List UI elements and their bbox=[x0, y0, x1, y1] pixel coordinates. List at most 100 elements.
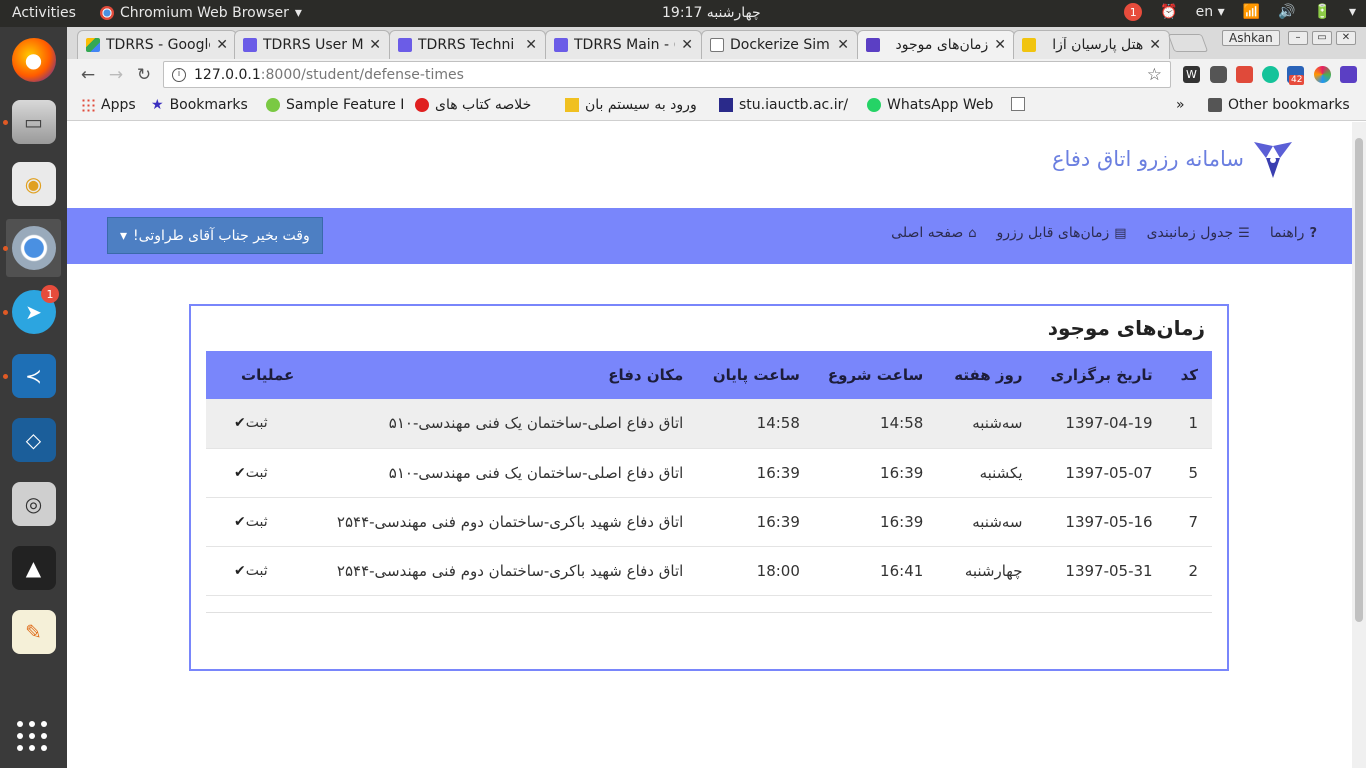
bookmark-stu[interactable]: stu.iauctb.ac.ir/ bbox=[719, 97, 848, 113]
address-bar[interactable]: i 127.0.0.1:8000/student/defense-times ☆ bbox=[163, 61, 1171, 88]
close-icon[interactable]: ✕ bbox=[994, 37, 1006, 53]
page-scrollbar[interactable] bbox=[1352, 122, 1366, 768]
volume-icon[interactable]: 🔊 bbox=[1278, 4, 1295, 20]
bookmark-blank[interactable] bbox=[1011, 97, 1025, 111]
alarm-clock-icon[interactable]: ⏰ bbox=[1160, 4, 1177, 20]
language-indicator[interactable]: en ▾ bbox=[1196, 4, 1225, 20]
battery-icon[interactable]: 🔋 bbox=[1314, 4, 1331, 20]
university-extension-icon[interactable] bbox=[1340, 66, 1357, 83]
wifi-icon[interactable]: 📶 bbox=[1243, 4, 1260, 20]
cell-place: اتاق دفاع اصلی-ساختمان یک فنی مهندسی-۵۱۰ bbox=[322, 448, 698, 498]
bookmark-vorood[interactable]: ورود به سیستم بان bbox=[565, 97, 697, 113]
header-start: ساعت شروع bbox=[813, 351, 938, 399]
check-icon: ✔ bbox=[234, 513, 246, 530]
clock[interactable]: چهارشنبه 19:17 bbox=[662, 5, 761, 21]
tab-0[interactable]: TDRRS - Google ✕ bbox=[77, 30, 237, 59]
dock-rhythmbox[interactable]: ◉ bbox=[6, 155, 61, 213]
register-button[interactable]: ثبت✔ bbox=[206, 497, 323, 547]
google-drive-icon bbox=[86, 38, 100, 52]
caret-down-icon: ▾ bbox=[120, 227, 128, 244]
bookmark-khollase[interactable]: خلاصه کتاب های bbox=[415, 97, 531, 113]
more-bookmarks-button[interactable]: » bbox=[1176, 97, 1185, 113]
profile-name[interactable]: Ashkan bbox=[1222, 30, 1280, 46]
bookmarks-bar: Apps ★ Bookmarks Sample Feature I خلاصه … bbox=[67, 91, 1366, 121]
bookmark-apps[interactable]: Apps bbox=[81, 97, 136, 113]
dock-inkscape[interactable]: ▲ bbox=[6, 539, 61, 597]
notification-badge[interactable]: 1 bbox=[1124, 3, 1143, 21]
header-weekday: روز هفته bbox=[937, 351, 1037, 399]
dock-virtualbox[interactable]: ◇ bbox=[6, 411, 61, 469]
dock-files[interactable]: ▭ bbox=[3, 93, 61, 151]
cell-place: اتاق دفاع اصلی-ساختمان یک فنی مهندسی-۵۱۰ bbox=[322, 399, 698, 449]
maximize-button[interactable]: ▭ bbox=[1312, 31, 1332, 45]
site-brand[interactable]: سامانه رزرو اتاق دفاع bbox=[1052, 138, 1294, 180]
close-window-button[interactable]: ✕ bbox=[1336, 31, 1356, 45]
w-extension-icon[interactable]: W bbox=[1183, 66, 1200, 83]
back-button[interactable]: ← bbox=[77, 64, 99, 86]
tab-title: Dockerize Sim bbox=[730, 37, 830, 53]
reload-button[interactable]: ↻ bbox=[133, 64, 155, 86]
bookmark-whatsapp[interactable]: WhatsApp Web bbox=[867, 97, 993, 113]
color-picker-icon[interactable] bbox=[1314, 66, 1331, 83]
close-icon[interactable]: ✕ bbox=[681, 37, 693, 53]
app-menu[interactable]: Chromium Web Browser ▾ bbox=[100, 5, 302, 21]
nav-schedule[interactable]: ☰ جدول زمانبندی bbox=[1147, 225, 1250, 241]
tab-5-active[interactable]: زمان‌های موجود ✕ bbox=[857, 30, 1015, 59]
pocket-icon[interactable] bbox=[1210, 66, 1227, 83]
register-button[interactable]: ثبت✔ bbox=[206, 399, 323, 449]
bookmark-label: Other bookmarks bbox=[1228, 97, 1350, 113]
power-menu-icon[interactable]: ▾ bbox=[1349, 4, 1356, 20]
vscode-icon: ≺ bbox=[11, 354, 56, 398]
tab-6[interactable]: هتل پارسیان آزا ✕ bbox=[1013, 30, 1170, 59]
dock-vscode[interactable]: ≺ bbox=[3, 347, 61, 405]
dock-telegram[interactable]: ➤ 1 bbox=[3, 283, 61, 341]
browser-window: TDRRS - Google ✕ TDRRS User M ✕ TDRRS Te… bbox=[67, 27, 1366, 768]
close-icon[interactable]: ✕ bbox=[369, 37, 381, 53]
bookmark-star-icon[interactable]: ☆ bbox=[1147, 65, 1162, 85]
bookmark-bookmarks[interactable]: ★ Bookmarks bbox=[151, 97, 248, 113]
tab-3[interactable]: TDRRS Main - ( ✕ bbox=[545, 30, 702, 59]
header-place: مکان دفاع bbox=[322, 351, 698, 399]
extension-badge-icon[interactable]: 42 bbox=[1287, 66, 1305, 85]
close-icon[interactable]: ✕ bbox=[216, 37, 228, 53]
check-icon: ✔ bbox=[234, 464, 246, 481]
nav-help[interactable]: ? راهنما bbox=[1270, 225, 1317, 241]
tab-4[interactable]: Dockerize Sim ✕ bbox=[701, 30, 858, 59]
info-icon[interactable]: i bbox=[172, 67, 186, 82]
url-host: 127.0.0.1 bbox=[194, 66, 261, 83]
todoist-icon[interactable] bbox=[1236, 66, 1253, 83]
running-indicator bbox=[3, 120, 8, 125]
register-button[interactable]: ثبت✔ bbox=[206, 448, 323, 498]
dock-text-editor[interactable]: ✎ bbox=[6, 603, 61, 661]
register-button[interactable]: ثبت✔ bbox=[206, 546, 323, 596]
activities-button[interactable]: Activities bbox=[12, 5, 76, 21]
doc-icon bbox=[398, 38, 412, 52]
web-page: سامانه رزرو اتاق دفاع وقت بخیر جناب آقای… bbox=[67, 122, 1352, 768]
cell-end: 18:00 bbox=[697, 546, 814, 596]
nav-reservable[interactable]: ▤ زمان‌های قابل رزرو bbox=[996, 225, 1126, 241]
dock-camera[interactable]: ◎ bbox=[6, 475, 61, 533]
tab-2[interactable]: TDRRS Techni ✕ bbox=[389, 30, 546, 59]
user-greeting-dropdown[interactable]: وقت بخیر جناب آقای طراوتی! ▾ bbox=[107, 217, 323, 254]
minimize-button[interactable]: – bbox=[1288, 31, 1308, 45]
greeting-label: وقت بخیر جناب آقای طراوتی! bbox=[133, 227, 310, 244]
tab-title: TDRRS User M bbox=[263, 37, 364, 53]
grammarly-icon[interactable] bbox=[1262, 66, 1279, 83]
new-tab-button[interactable] bbox=[1167, 34, 1209, 52]
dock-firefox[interactable]: ● bbox=[6, 31, 61, 89]
bookmark-label: Bookmarks bbox=[169, 97, 248, 113]
chromium-icon bbox=[100, 6, 114, 20]
nav-home[interactable]: ⌂ صفحه اصلی bbox=[891, 225, 976, 241]
tab-1[interactable]: TDRRS User M ✕ bbox=[234, 30, 390, 59]
question-icon: ? bbox=[1309, 225, 1317, 241]
other-bookmarks[interactable]: Other bookmarks bbox=[1208, 97, 1350, 113]
close-icon[interactable]: ✕ bbox=[1149, 37, 1161, 53]
dock-chromium[interactable] bbox=[3, 219, 61, 277]
scrollbar-thumb[interactable] bbox=[1355, 138, 1363, 622]
cell-start: 16:41 bbox=[813, 546, 938, 596]
close-icon[interactable]: ✕ bbox=[525, 37, 537, 53]
forward-button[interactable]: → bbox=[105, 64, 127, 86]
bookmark-sample[interactable]: Sample Feature I bbox=[266, 97, 404, 113]
close-icon[interactable]: ✕ bbox=[837, 37, 849, 53]
show-applications-icon[interactable] bbox=[17, 721, 47, 751]
